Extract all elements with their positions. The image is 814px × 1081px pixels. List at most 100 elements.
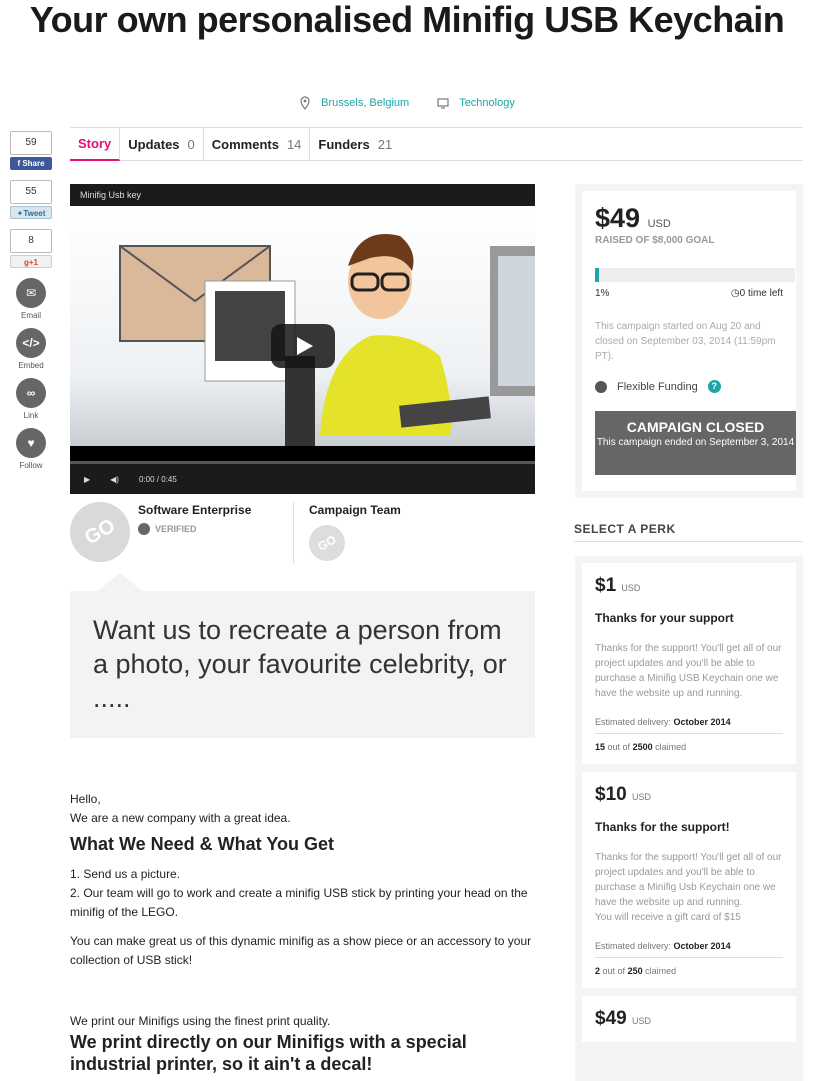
heart-icon: ♥ [16, 428, 46, 458]
story-step-2: 2. Our team will go to work and create a… [70, 886, 528, 919]
raised-amount: $49 USD [595, 203, 783, 234]
tab-count: 0 [187, 136, 195, 152]
story-paragraph: You can make great us of this dynamic mi… [70, 934, 532, 967]
tweet-button[interactable]: ✦Tweet [10, 206, 52, 219]
goal-text: RAISED OF $8,000 GOAL [595, 235, 715, 246]
tab-funders[interactable]: Funders 21 [310, 128, 400, 161]
story-intro: We are a new company with a great idea. [70, 811, 291, 825]
link-action[interactable]: ∞ Link [10, 378, 52, 420]
facebook-count: 59 [10, 131, 52, 155]
tweet-label: Tweet [23, 209, 46, 218]
story-step-1: 1. Send us a picture. [70, 867, 181, 881]
play-button[interactable] [271, 324, 335, 368]
closed-title: CAMPAIGN CLOSED [626, 419, 765, 435]
perk-price: $49 [595, 1008, 627, 1029]
funding-progress-bar [595, 268, 795, 282]
flexible-funding-label: Flexible Funding [617, 380, 698, 393]
follow-label: Follow [19, 461, 43, 470]
perk-delivery: Estimated delivery: October 2014 [595, 941, 783, 958]
perk-card[interactable]: $10 USD Thanks for the support! Thanks f… [582, 772, 796, 988]
creator-avatar[interactable]: GO [59, 491, 141, 573]
tab-count: 21 [377, 136, 393, 152]
follow-action[interactable]: ♥ Follow [10, 428, 52, 470]
claimed-mid: out of [607, 742, 631, 752]
pitch-quote: Want us to recreate a person from a phot… [70, 591, 535, 738]
video-title: Minifig Usb key [70, 184, 535, 206]
location-label: Brussels, Belgium [321, 97, 410, 109]
facebook-share-button[interactable]: f Share [10, 157, 52, 170]
perk-delivery: Estimated delivery: October 2014 [595, 717, 783, 734]
quote-pointer [98, 573, 142, 591]
campaign-closed-banner: CAMPAIGN CLOSED This campaign ended on S… [595, 411, 796, 475]
perk-claimed: 15 out of 2500 claimed [595, 742, 783, 752]
tab-label: Comments [211, 136, 279, 152]
campaign-dates: This campaign started on Aug 20 and clos… [595, 321, 776, 362]
pie-icon [595, 380, 607, 393]
embed-icon: </> [16, 328, 46, 358]
story-body: Hello, We are a new company with a great… [70, 790, 535, 1075]
tab-label: Updates [128, 136, 180, 152]
video-thumbnail [70, 206, 535, 446]
perk-currency: USD [621, 583, 641, 593]
tab-label: Story [78, 135, 112, 151]
volume-icon[interactable]: ◀) [110, 475, 119, 484]
perk-description: Thanks for the support! You'll get all o… [595, 850, 783, 925]
perk-title: Thanks for the support! [595, 820, 730, 834]
tab-updates[interactable]: Updates 0 [120, 127, 204, 161]
delivery-date: October 2014 [673, 941, 731, 951]
time-left-label: 0 time left [739, 288, 783, 299]
campaign-team-label: Campaign Team [309, 503, 401, 517]
category-link[interactable]: Technology [437, 96, 515, 110]
video-controls: ▶ ◀) 0:00 / 0:45 [70, 464, 535, 494]
raised-currency: USD [647, 218, 671, 230]
gplus-count: 8 [10, 229, 52, 253]
location-link[interactable]: Brussels, Belgium [299, 96, 409, 110]
email-action[interactable]: ✉ Email [10, 278, 52, 320]
perk-description: Thanks for the support! You'll get all o… [595, 643, 782, 699]
clock-icon: ◷ [730, 288, 740, 299]
campaign-meta: Brussels, Belgium Technology [0, 96, 814, 110]
funding-box: $49 USD RAISED OF $8,000 GOAL 1% ◷0 time… [575, 184, 803, 498]
page-title: Your own personalised Minifig USB Keycha… [29, 0, 785, 40]
claimed-total: 250 [627, 966, 643, 976]
delivery-label: Estimated delivery: [595, 717, 672, 727]
story-print: We print our Minifigs using the finest p… [70, 1014, 331, 1028]
team-avatar[interactable]: GO [302, 518, 352, 568]
campaign-video[interactable]: Minifig Usb key ▶ ◀) 0:00 / 0:45 [70, 184, 535, 494]
email-label: Email [20, 311, 41, 320]
video-duration: / 0:45 [156, 474, 177, 484]
perk-price: $10 [595, 784, 627, 805]
gplus-label: +1 [28, 258, 38, 267]
tab-comments[interactable]: Comments 14 [204, 127, 311, 161]
play-icon[interactable]: ▶ [84, 475, 90, 484]
location-pin-icon [300, 96, 310, 110]
perk-claimed: 2 out of 250 claimed [595, 966, 783, 976]
funding-percent: 1% [595, 288, 610, 299]
claimed-total: 2500 [632, 742, 653, 752]
perk-card[interactable]: $1 USD Thanks for your support Thanks fo… [582, 563, 796, 764]
perk-card[interactable]: $49 USD [582, 996, 796, 1042]
facebook-share-label: Share [22, 159, 45, 168]
email-icon: ✉ [16, 278, 46, 308]
funding-progress-fill [595, 268, 599, 282]
verified-icon [138, 523, 150, 535]
raised-value: $49 [595, 203, 641, 233]
video-time: 0:00 [138, 474, 155, 484]
perk-title: Thanks for your support [595, 611, 734, 625]
flexible-funding: Flexible Funding ? [595, 380, 783, 393]
claimed-count: 15 [595, 742, 606, 752]
story-greeting: Hello, [70, 792, 101, 806]
link-icon: ∞ [16, 378, 46, 408]
delivery-date: October 2014 [673, 717, 731, 727]
gplus-button[interactable]: g+1 [10, 255, 52, 268]
verified-label: VERIFIED [155, 524, 197, 534]
help-icon[interactable]: ? [707, 380, 721, 393]
tab-story[interactable]: Story [70, 127, 121, 161]
embed-action[interactable]: </> Embed [10, 328, 52, 370]
tweet-count: 55 [10, 180, 52, 204]
time-left: ◷0 time left [731, 288, 783, 299]
creator-name[interactable]: Software Enterprise [138, 503, 293, 517]
embed-label: Embed [18, 361, 44, 370]
claimed-suffix: claimed [655, 742, 687, 752]
creator-section: GO Software Enterprise VERIFIED Campaign… [59, 491, 535, 573]
